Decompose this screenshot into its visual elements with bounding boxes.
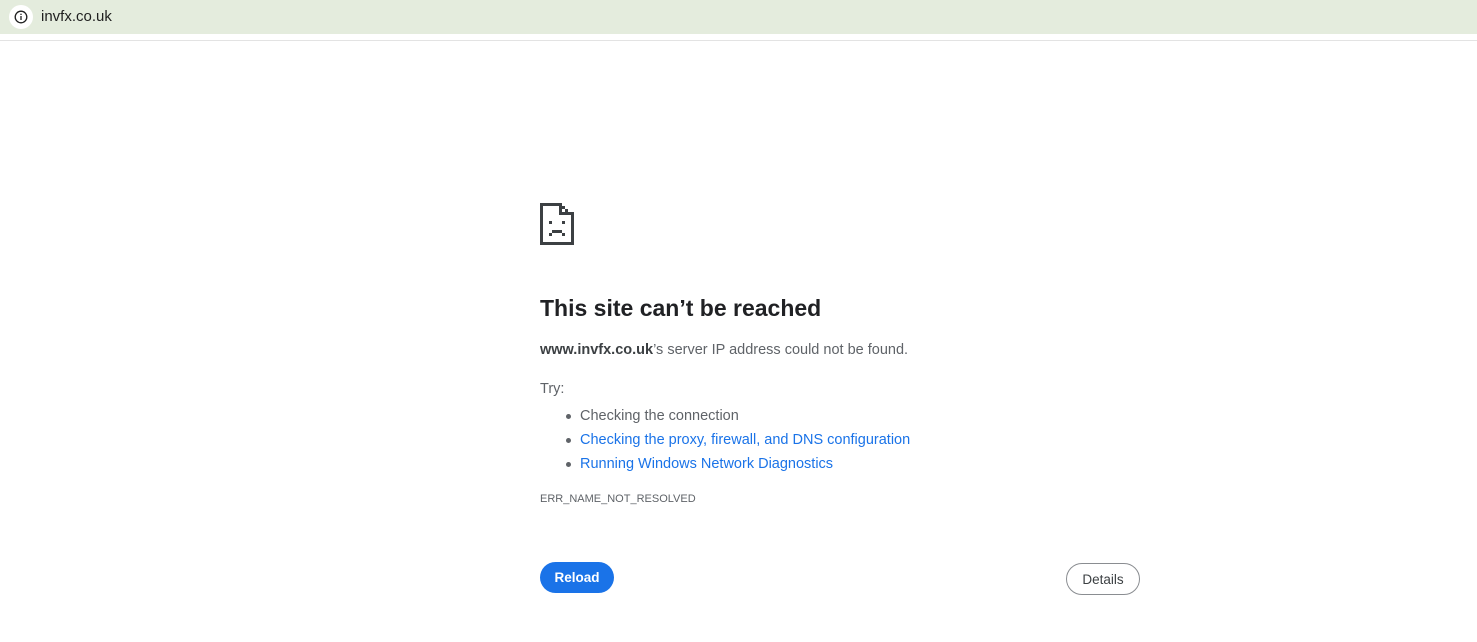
site-info-button[interactable] (9, 5, 33, 29)
error-host: www.invfx.co.uk (540, 342, 654, 358)
reload-button[interactable]: Reload (540, 562, 614, 593)
suggestion-check-proxy-link[interactable]: Checking the proxy, firewall, and DNS co… (562, 428, 910, 452)
try-label: Try: (540, 381, 565, 397)
error-description-suffix: ’s server IP address could not be found. (653, 342, 909, 358)
details-button[interactable]: Details (1066, 563, 1140, 595)
error-code: ERR_NAME_NOT_RESOLVED (540, 493, 696, 505)
error-title: This site can’t be reached (540, 295, 822, 321)
sad-page-icon (540, 203, 574, 245)
address-bar[interactable]: invfx.co.uk (0, 0, 1477, 34)
suggestion-network-diagnostics-link[interactable]: Running Windows Network Diagnostics (562, 452, 910, 476)
url-text[interactable]: invfx.co.uk (41, 8, 112, 26)
info-circle-icon (14, 10, 28, 24)
suggestion-list: Checking the connection Checking the pro… (562, 404, 910, 476)
browser-toolbar: invfx.co.uk (0, 0, 1477, 41)
error-description: www.invfx.co.uk’s server IP address coul… (540, 341, 908, 359)
suggestion-check-connection: Checking the connection (562, 404, 910, 428)
